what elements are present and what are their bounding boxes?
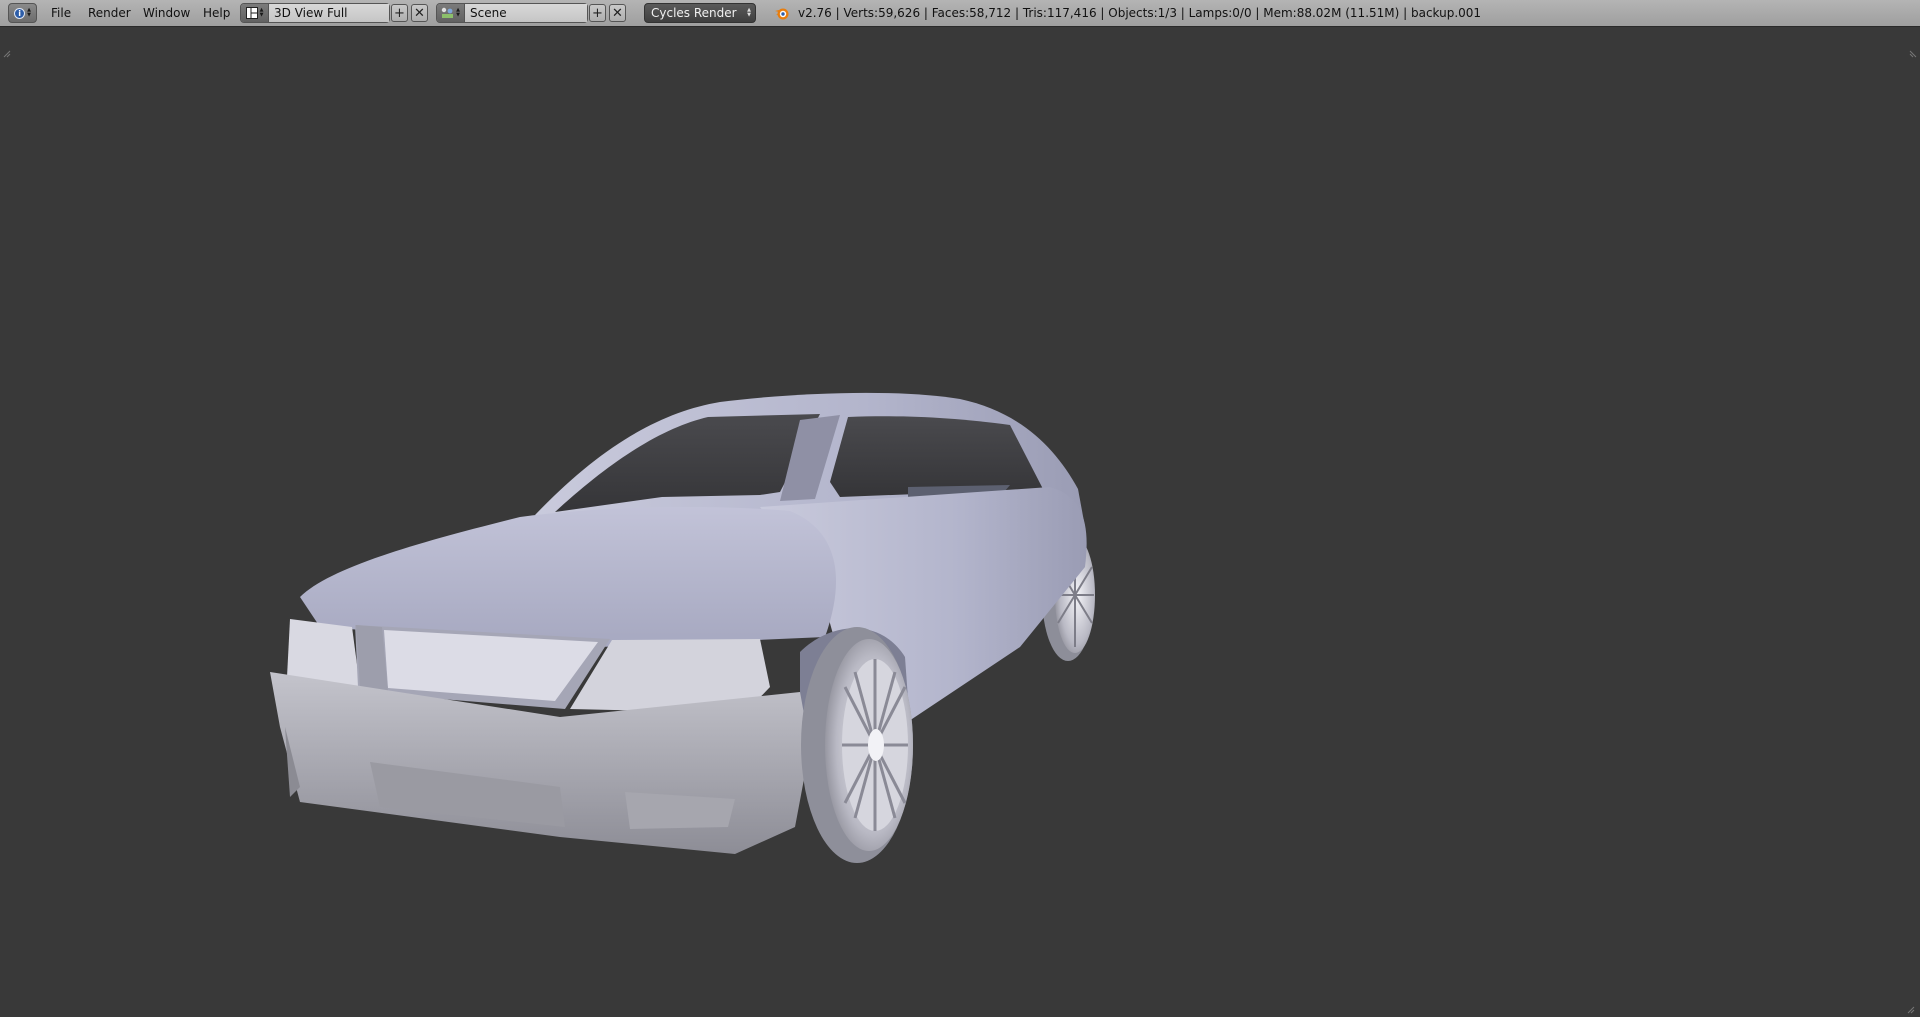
add-screen-button[interactable]: +	[391, 4, 408, 22]
plus-icon: +	[394, 5, 405, 21]
info-header: i ▲ ▼ File Render Window Help ▲ ▼ 3D View …	[0, 0, 1920, 27]
add-scene-button[interactable]: +	[589, 4, 606, 22]
updown-arrows-icon: ▲ ▼	[27, 7, 31, 18]
scene-statistics: v2.76 | Verts:59,626 | Faces:58,712 | Tr…	[798, 6, 1482, 20]
menu-render[interactable]: Render	[88, 6, 131, 20]
front-wheel	[801, 627, 913, 863]
menu-file[interactable]: File	[51, 6, 71, 20]
menu-help[interactable]: Help	[203, 6, 230, 20]
delete-scene-button[interactable]: ✕	[609, 4, 626, 22]
render-engine-label: Cycles Render	[651, 6, 737, 20]
plus-icon: +	[592, 5, 603, 21]
screen-layout-selector[interactable]: ▲ ▼ 3D View Full	[240, 3, 390, 23]
scene-selector[interactable]: ▲ ▼ Scene	[436, 3, 588, 23]
updown-arrows-icon: ▲ ▼	[456, 7, 460, 18]
delete-screen-button[interactable]: ✕	[411, 4, 428, 22]
info-icon: i	[14, 7, 26, 19]
screen-layout-name[interactable]: 3D View Full	[269, 4, 389, 22]
3d-viewport[interactable]	[0, 27, 1920, 1017]
editor-type-selector[interactable]: i ▲ ▼	[8, 3, 37, 23]
updown-arrows-icon: ▲ ▼	[259, 7, 264, 18]
updown-arrows-icon: ▲ ▼	[747, 7, 751, 18]
scene-icon[interactable]: ▲ ▼	[437, 4, 465, 22]
menu-window[interactable]: Window	[143, 6, 190, 20]
render-engine-selector[interactable]: Cycles Render ▲ ▼	[644, 3, 756, 23]
blender-logo-icon	[775, 8, 789, 20]
scene-name[interactable]: Scene	[465, 4, 587, 22]
close-icon: ✕	[612, 5, 623, 21]
close-icon: ✕	[414, 5, 425, 21]
car-mesh[interactable]	[0, 27, 1920, 1017]
car-hood	[300, 507, 837, 647]
screen-layout-icon[interactable]: ▲ ▼	[241, 4, 269, 22]
